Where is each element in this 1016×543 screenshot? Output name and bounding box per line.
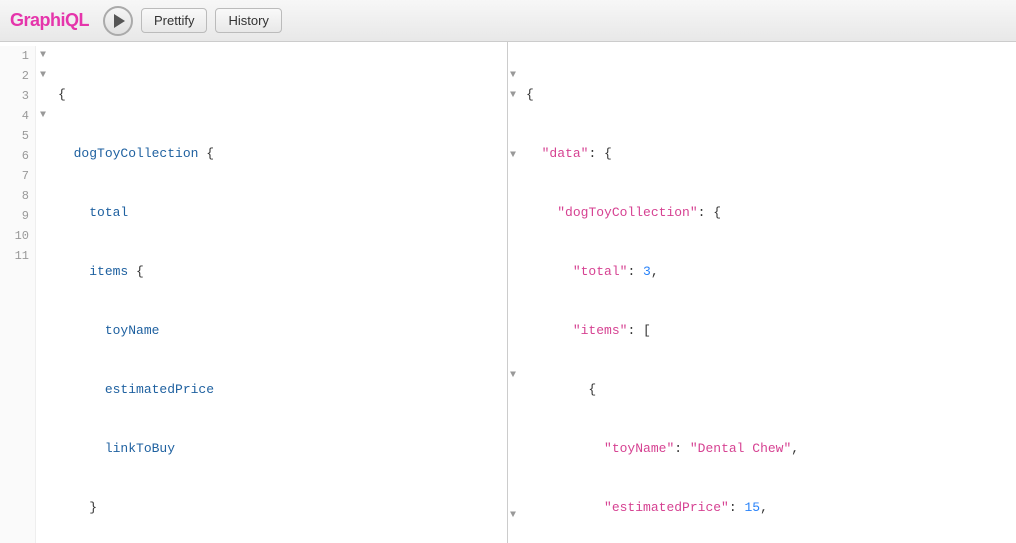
toolbar: GraphiQL Prettify History — [0, 0, 1016, 42]
query-editor[interactable]: 1 2 3 4 5 6 7 8 9 10 11 ▼ ▼ ▼ — [0, 42, 508, 543]
prettify-button[interactable]: Prettify — [141, 8, 207, 33]
line-numbers: 1 2 3 4 5 6 7 8 9 10 11 — [0, 46, 36, 543]
results-code: { "data": { "dogToyCollection": { "total… — [518, 46, 1016, 543]
history-button[interactable]: History — [215, 8, 281, 33]
main-area: 1 2 3 4 5 6 7 8 9 10 11 ▼ ▼ ▼ — [0, 42, 1016, 543]
results-gutter: ▼ ▼ ▼ ▼ — [508, 46, 518, 543]
results-panel: ▼ ▼ ▼ ▼ — [508, 42, 1016, 543]
play-icon — [114, 14, 125, 28]
query-code[interactable]: { dogToyCollection { total items { toyNa… — [50, 46, 507, 543]
fold-gutter: ▼ ▼ ▼ — [36, 46, 50, 543]
app-title: GraphiQL — [10, 10, 89, 31]
run-button[interactable] — [103, 6, 133, 36]
